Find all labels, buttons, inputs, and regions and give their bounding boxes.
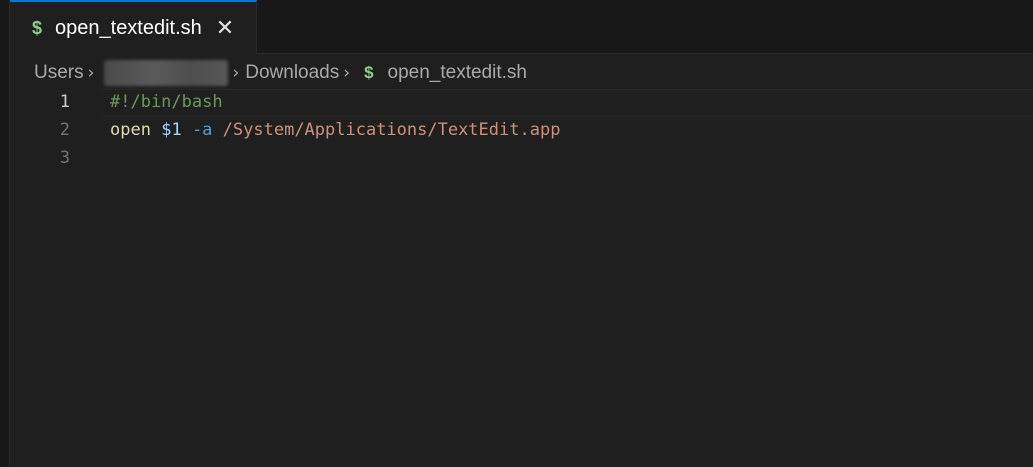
- line-number: 1: [59, 92, 70, 112]
- breadcrumb-item-downloads[interactable]: Downloads: [245, 62, 339, 84]
- token-command: open: [110, 120, 151, 140]
- line-number: 3: [59, 148, 70, 168]
- tab-label: open_textedit.sh: [55, 16, 202, 39]
- code-line[interactable]: 2 open $1 -a /System/Applications/TextEd…: [10, 116, 1033, 144]
- code-text: open $1 -a /System/Applications/TextEdit…: [110, 120, 560, 140]
- chevron-right-icon: ›: [232, 63, 240, 83]
- token-variable: $1: [161, 120, 182, 140]
- code-line[interactable]: 3: [10, 144, 1033, 172]
- dollar-icon: $: [364, 63, 374, 82]
- code-line[interactable]: 1 #!/bin/bash: [10, 88, 1033, 116]
- line-number: 2: [59, 120, 70, 140]
- breadcrumb-item-users[interactable]: Users: [34, 62, 84, 84]
- breadcrumb: Users › › Downloads › $ open_textedit.sh: [34, 58, 527, 88]
- chevron-right-icon: ›: [87, 63, 95, 83]
- token-flag: -a: [191, 120, 213, 140]
- dollar-icon: $: [32, 17, 43, 38]
- tab-bar: $ open_textedit.sh ✕: [10, 0, 1033, 54]
- redacted-username[interactable]: [104, 60, 229, 86]
- code-editor[interactable]: 1 #!/bin/bash 2 open $1 -a /System/Appli…: [10, 88, 1033, 467]
- left-gutter-strip: [0, 0, 10, 467]
- chevron-right-icon: ›: [343, 63, 351, 83]
- close-icon[interactable]: ✕: [216, 17, 234, 39]
- token-path: /System/Applications/TextEdit.app: [222, 120, 561, 140]
- breadcrumb-item-file[interactable]: open_textedit.sh: [388, 62, 527, 84]
- code-text: #!/bin/bash: [110, 92, 223, 112]
- tab-open-textedit[interactable]: $ open_textedit.sh ✕: [10, 0, 257, 54]
